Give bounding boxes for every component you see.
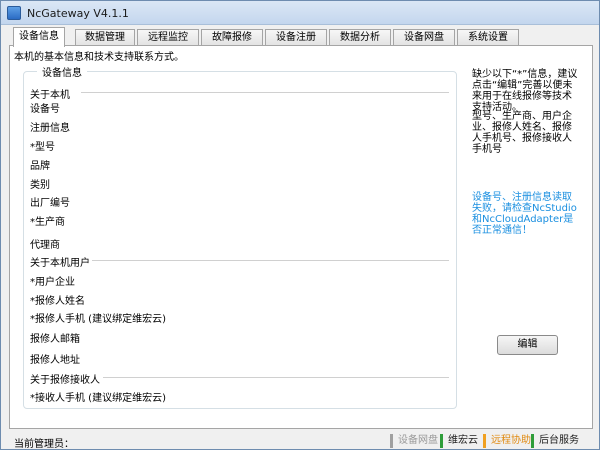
- missing-fields-hint: 型号、生产商、用户企业、报修人姓名、报修人手机号、报修接收人手机号: [472, 111, 572, 155]
- section-divider: [92, 260, 449, 261]
- status-label: 设备网盘: [398, 435, 438, 446]
- label-category: 类别: [30, 180, 50, 191]
- device-info-group: [23, 71, 457, 409]
- tab-label: 故障报修: [212, 32, 252, 43]
- label-repair-name: *报修人姓名: [30, 296, 85, 307]
- current-admin-label: 当前管理员：: [14, 439, 74, 450]
- tab-label: 系统设置: [468, 32, 508, 43]
- tab-label: 数据管理: [85, 32, 125, 43]
- label-repair-email: 报修人邮箱: [30, 334, 80, 345]
- required-fields-hint: 缺少以下“*”信息，建议点击“编辑”完善以便未来用于在线报修等技术支持活动。: [472, 69, 578, 113]
- tab-label: 设备网盘: [404, 32, 444, 43]
- tab-label: 设备注册: [276, 32, 316, 43]
- label-manufacturer: *生产商: [30, 217, 65, 228]
- label-user-company: *用户企业: [30, 277, 75, 288]
- status-background-service[interactable]: 后台服务: [531, 434, 579, 448]
- label-receiver-phone: *接收人手机 (建议绑定维宏云): [30, 393, 166, 404]
- status-label: 远程协助: [491, 435, 531, 446]
- section-about-machine: 关于本机: [30, 90, 70, 101]
- label-device-no: 设备号: [30, 104, 60, 115]
- tab-label: 设备信息: [19, 31, 59, 42]
- label-registration: 注册信息: [30, 123, 70, 134]
- read-failure-warning: 设备号、注册信息读取失败，请检查NcStudio和NcCloudAdapter是…: [472, 192, 577, 236]
- label-model: *型号: [30, 142, 55, 153]
- tab-remote-monitor[interactable]: 远程监控: [137, 29, 199, 46]
- section-about-receiver: 关于报修接收人: [30, 375, 100, 386]
- status-weihong-cloud[interactable]: 维宏云: [440, 434, 478, 448]
- tab-data-analysis[interactable]: 数据分析: [329, 29, 391, 46]
- tab-bar: 设备信息 数据管理 远程监控 故障报修 设备注册 数据分析 设备网盘 系统设置: [9, 27, 593, 47]
- label-repair-address: 报修人地址: [30, 355, 80, 366]
- section-divider: [103, 377, 449, 378]
- label-repair-phone: *报修人手机 (建议绑定维宏云): [30, 314, 166, 325]
- tab-fault-report[interactable]: 故障报修: [201, 29, 263, 46]
- tab-device-drive[interactable]: 设备网盘: [393, 29, 455, 46]
- status-bar: 当前管理员： 设备网盘 维宏云 远程协助 后台服务: [1, 431, 599, 450]
- status-label: 后台服务: [539, 435, 579, 446]
- status-device-drive[interactable]: 设备网盘: [390, 434, 438, 448]
- label-serial: 出厂编号: [30, 198, 70, 209]
- label-brand: 品牌: [30, 161, 50, 172]
- app-icon: [7, 6, 21, 20]
- intro-text: 本机的基本信息和技术支持联系方式。: [14, 52, 184, 63]
- status-label: 维宏云: [448, 435, 478, 446]
- window-title: NcGateway V4.1.1: [27, 7, 129, 20]
- app-window: NcGateway V4.1.1 设备信息 数据管理 远程监控 故障报修 设备注…: [0, 0, 600, 450]
- tab-label: 数据分析: [340, 32, 380, 43]
- tab-system-settings[interactable]: 系统设置: [457, 29, 519, 46]
- tab-device-info[interactable]: 设备信息: [13, 27, 65, 47]
- edit-button[interactable]: 编辑: [497, 335, 558, 355]
- section-about-user: 关于本机用户: [30, 258, 90, 269]
- status-remote-assist[interactable]: 远程协助: [483, 434, 531, 448]
- title-bar[interactable]: NcGateway V4.1.1: [1, 1, 599, 25]
- tab-device-register[interactable]: 设备注册: [265, 29, 327, 46]
- tab-data-management[interactable]: 数据管理: [75, 29, 135, 46]
- group-title: 设备信息: [37, 64, 87, 79]
- label-agent: 代理商: [30, 240, 60, 251]
- tab-label: 远程监控: [148, 32, 188, 43]
- section-divider: [81, 92, 449, 93]
